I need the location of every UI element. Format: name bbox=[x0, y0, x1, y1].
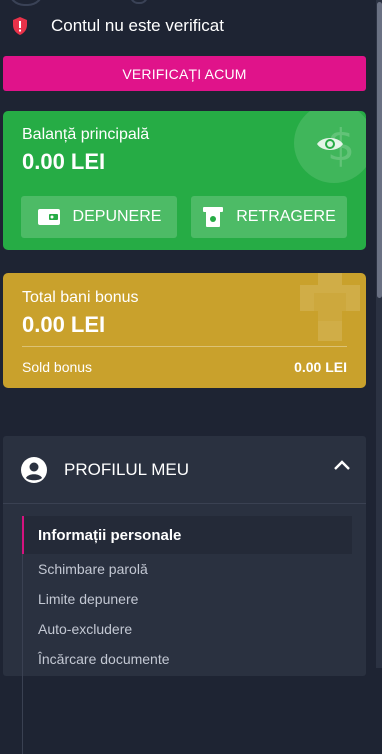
sold-bonus-label: Sold bonus bbox=[22, 359, 93, 375]
deposit-label: DEPUNERE bbox=[72, 208, 162, 225]
withdraw-button[interactable]: RETRAGERE bbox=[191, 196, 347, 238]
submenu-item-change-password[interactable]: Schimbare parolă bbox=[22, 554, 352, 584]
profile-submenu: Informații personale Schimbare parolă Li… bbox=[22, 516, 352, 754]
status-text: Contul nu este verificat bbox=[51, 16, 224, 35]
divider bbox=[22, 346, 347, 347]
top-partial-avatar bbox=[8, 0, 44, 6]
submenu-item-deposit-limits[interactable]: Limite depunere bbox=[22, 584, 352, 614]
user-circle-icon bbox=[21, 456, 47, 483]
scrollbar-thumb[interactable] bbox=[377, 2, 382, 298]
gift-decoration bbox=[300, 273, 360, 341]
submenu-item-upload-documents[interactable]: Încărcare documente bbox=[22, 644, 352, 674]
bonus-balance-label: Total bani bonus bbox=[22, 289, 139, 306]
verify-now-button[interactable]: VERIFICAȚI ACUM bbox=[3, 56, 366, 91]
main-balance-card: $ Balanță principală 0.00 LEI DEPUNERE bbox=[3, 111, 366, 250]
bonus-balance-amount: 0.00 LEI bbox=[22, 312, 106, 337]
top-partial-icon bbox=[130, 0, 148, 4]
profile-title: PROFILUL MEU bbox=[64, 459, 190, 479]
bonus-balance-card: Total bani bonus 0.00 LEI Sold bonus 0.0… bbox=[3, 273, 366, 388]
main-balance-label: Balanță principală bbox=[22, 126, 150, 143]
deposit-button[interactable]: DEPUNERE bbox=[21, 196, 177, 238]
chevron-up-icon[interactable] bbox=[334, 460, 350, 470]
sold-bonus-value: 0.00 LEI bbox=[294, 359, 347, 375]
submenu-guide-line bbox=[22, 554, 23, 754]
wallet-icon bbox=[37, 207, 61, 227]
profile-header[interactable]: PROFILUL MEU bbox=[3, 436, 366, 504]
main-balance-amount: 0.00 LEI bbox=[22, 149, 106, 174]
cash-withdraw-icon bbox=[202, 206, 224, 228]
shield-alert-icon bbox=[12, 17, 28, 35]
eye-icon[interactable] bbox=[314, 129, 346, 159]
scrollbar-track[interactable] bbox=[376, 0, 382, 668]
submenu-item-self-exclusion[interactable]: Auto-excludere bbox=[22, 614, 352, 644]
verification-status: Contul nu este verificat bbox=[0, 12, 370, 40]
withdraw-label: RETRAGERE bbox=[236, 208, 336, 225]
profile-panel: PROFILUL MEU Informații personale Schimb… bbox=[3, 436, 366, 754]
submenu-item-personal-info[interactable]: Informații personale bbox=[22, 516, 352, 554]
